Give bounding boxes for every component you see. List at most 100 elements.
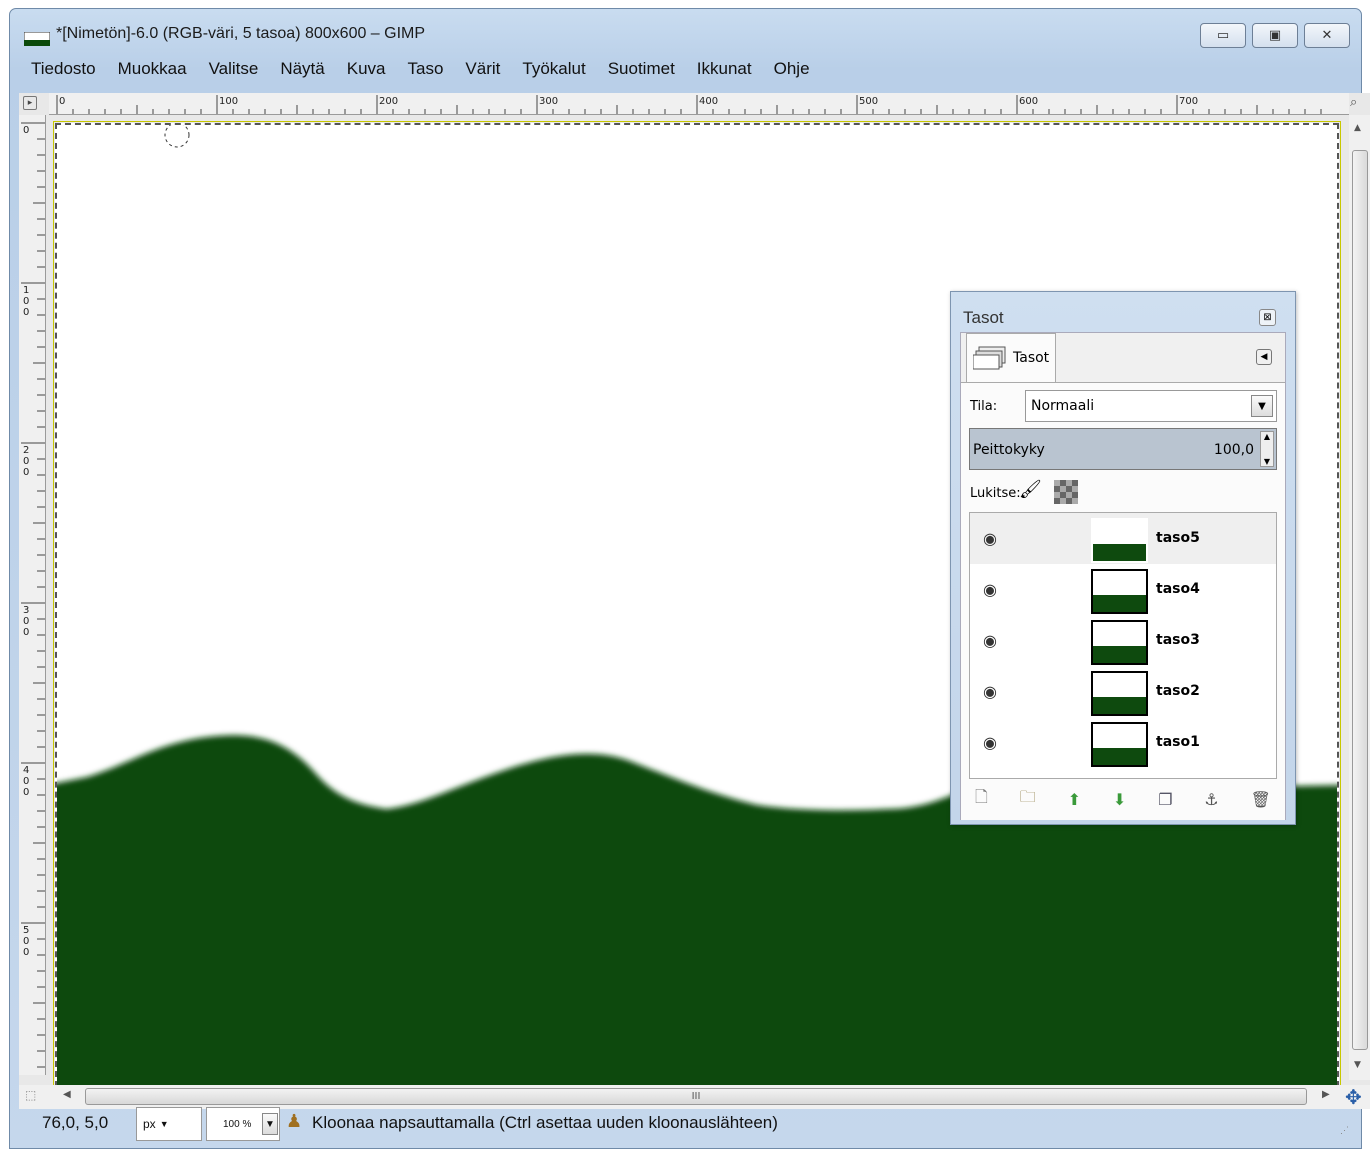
- mode-label: Tila:: [970, 399, 998, 414]
- mode-value: Normaali: [1031, 398, 1095, 414]
- ruler-label: 3: [23, 605, 29, 616]
- mode-select[interactable]: Normaali ▼: [1025, 390, 1277, 422]
- layer-thumbnail: [1091, 620, 1148, 665]
- minimize-button[interactable]: ▭: [1200, 23, 1246, 48]
- delete-layer-icon[interactable]: 🗑: [1251, 790, 1271, 809]
- visibility-eye-icon[interactable]: ◉: [983, 529, 997, 548]
- menu-varit[interactable]: Värit: [454, 59, 511, 79]
- opacity-slider[interactable]: Peittokyky 100,0 ▲ ▼: [969, 428, 1277, 470]
- layer-name: taso4: [1156, 581, 1200, 597]
- scroll-grip: III: [691, 1091, 701, 1102]
- menu-suotimet[interactable]: Suotimet: [597, 59, 686, 79]
- layer-thumbnail: [1091, 518, 1148, 563]
- visibility-eye-icon[interactable]: ◉: [983, 733, 997, 752]
- clone-stamp-icon: ♟: [286, 1111, 303, 1131]
- layer-name: taso1: [1156, 734, 1200, 750]
- brush-outline-cursor: [164, 125, 190, 148]
- layer-row[interactable]: ◉ taso5: [970, 513, 1276, 564]
- menu-taso[interactable]: Taso: [397, 59, 455, 79]
- layers-dialog-title: Tasot: [963, 308, 1004, 327]
- chevron-left-icon: ◀: [1260, 352, 1268, 362]
- chevron-down-icon: ▼: [1251, 395, 1273, 417]
- close-icon: ⊠: [1263, 312, 1272, 323]
- new-layer-icon[interactable]: 🗋: [975, 786, 988, 813]
- ruler-label: 400: [699, 96, 718, 107]
- ruler-label: 0: [23, 936, 29, 947]
- menu-ohje[interactable]: Ohje: [763, 59, 821, 79]
- horizontal-ruler[interactable]: 0 100 200 300 400 500 600 700: [49, 93, 1349, 115]
- lock-alpha-icon[interactable]: [1054, 480, 1078, 504]
- tab-layers[interactable]: Tasot: [966, 333, 1056, 382]
- vertical-scroll-thumb[interactable]: [1352, 150, 1368, 1050]
- scroll-left-icon[interactable]: ◀: [63, 1089, 71, 1100]
- scroll-down-icon[interactable]: ▼: [1354, 1060, 1361, 1070]
- menu-tyokalut[interactable]: Työkalut: [511, 59, 596, 79]
- maximize-button[interactable]: ▣: [1252, 23, 1298, 48]
- tab-menu-button[interactable]: ◀: [1256, 349, 1272, 365]
- scroll-right-icon[interactable]: ▶: [1322, 1089, 1330, 1100]
- layer-name: taso2: [1156, 683, 1200, 699]
- ruler-label: 1: [23, 285, 29, 296]
- layer-row[interactable]: ◉ taso1: [970, 717, 1276, 768]
- menu-nayta[interactable]: Näytä: [269, 59, 335, 79]
- navigate-icon[interactable]: ⬚: [25, 1088, 36, 1102]
- ruler-label: 0: [23, 627, 29, 638]
- ruler-label: 0: [23, 776, 29, 787]
- chevron-down-icon: ▼: [265, 1118, 275, 1130]
- minimize-icon: ▭: [1216, 28, 1230, 43]
- ruler-label: 0: [59, 96, 65, 107]
- layers-panel: Tila: Normaali ▼ Peittokyky 100,0 ▲ ▼ Luk…: [961, 382, 1285, 820]
- vertical-ruler[interactable]: 0100200300400500: [19, 115, 46, 1075]
- visibility-eye-icon[interactable]: ◉: [983, 631, 997, 650]
- zoom-navigate-icon[interactable]: ⌕: [1350, 95, 1357, 110]
- layer-row[interactable]: ◉ taso3: [970, 615, 1276, 666]
- layer-name: taso3: [1156, 632, 1200, 648]
- opacity-label: Peittokyky: [973, 442, 1045, 458]
- layer-row[interactable]: ◉ taso4: [970, 564, 1276, 615]
- new-layer-group-icon[interactable]: 🗀: [1020, 786, 1036, 813]
- ruler-label: 200: [379, 96, 398, 107]
- layer-thumbnail: [1091, 722, 1148, 767]
- close-dock-button[interactable]: ⊠: [1259, 309, 1276, 326]
- menu-valitse[interactable]: Valitse: [198, 59, 270, 79]
- lock-label: Lukitse:: [970, 486, 1021, 501]
- close-button[interactable]: ✕: [1304, 23, 1350, 48]
- title-bar: *[Nimetön]-6.0 (RGB-väri, 5 tasoa) 800x6…: [10, 9, 1361, 53]
- window-title: *[Nimetön]-6.0 (RGB-väri, 5 tasoa) 800x6…: [56, 25, 426, 42]
- menu-kuva[interactable]: Kuva: [336, 59, 397, 79]
- zoom-dropdown-button[interactable]: ▼: [262, 1113, 278, 1135]
- raise-layer-icon[interactable]: ⬆: [1068, 790, 1081, 809]
- menu-ikkunat[interactable]: Ikkunat: [686, 59, 763, 79]
- horizontal-ruler-ticks: 0 100 200 300 400 500 600 700: [56, 95, 1322, 114]
- anchor-layer-icon[interactable]: ⚓: [1204, 790, 1218, 809]
- ruler-label: 4: [23, 765, 29, 776]
- ruler-label: 5: [23, 925, 29, 936]
- lock-pixels-icon[interactable]: 🖌: [1019, 479, 1042, 500]
- visibility-eye-icon[interactable]: ◉: [983, 682, 997, 701]
- ruler-label: 700: [1179, 96, 1198, 107]
- ruler-label: 0: [23, 296, 29, 307]
- layer-row[interactable]: ◉ taso2: [970, 666, 1276, 717]
- vertical-scrollbar[interactable]: ▲ ▼: [1349, 115, 1370, 1080]
- ruler-label: 0: [23, 467, 29, 478]
- layer-list: ◉ taso5 ◉ taso4 ◉ taso3 ◉ taso2 ◉ taso1: [969, 512, 1277, 779]
- menu-muokkaa[interactable]: Muokkaa: [107, 59, 198, 79]
- resize-grip-icon[interactable]: ⋰: [1340, 1125, 1349, 1136]
- duplicate-layer-icon[interactable]: ❐: [1158, 790, 1172, 809]
- ruler-label: 600: [1019, 96, 1038, 107]
- visibility-eye-icon[interactable]: ◉: [983, 580, 997, 599]
- lower-layer-icon[interactable]: ⬇: [1113, 790, 1126, 809]
- chevron-down-icon: ▼: [159, 1119, 169, 1129]
- layer-action-buttons: 🗋 🗀 ⬆ ⬇ ❐ ⚓ 🗑: [967, 784, 1279, 814]
- scroll-up-icon[interactable]: ▲: [1354, 123, 1361, 133]
- quick-mask-toggle[interactable]: ▸: [23, 96, 37, 110]
- opacity-spinner[interactable]: ▲ ▼: [1260, 431, 1274, 467]
- ruler-label: 0: [23, 947, 29, 958]
- layer-name: taso5: [1156, 530, 1200, 546]
- layer-thumbnail: [1091, 569, 1148, 614]
- menu-tiedosto[interactable]: Tiedosto: [20, 59, 107, 79]
- unit-selector[interactable]: px ▼: [136, 1107, 202, 1141]
- layers-dock-body: Tasot ◀ Tila: Normaali ▼ Peittokyky 100,…: [960, 332, 1286, 820]
- ruler-label: 0: [23, 456, 29, 467]
- ruler-label: 2: [23, 445, 29, 456]
